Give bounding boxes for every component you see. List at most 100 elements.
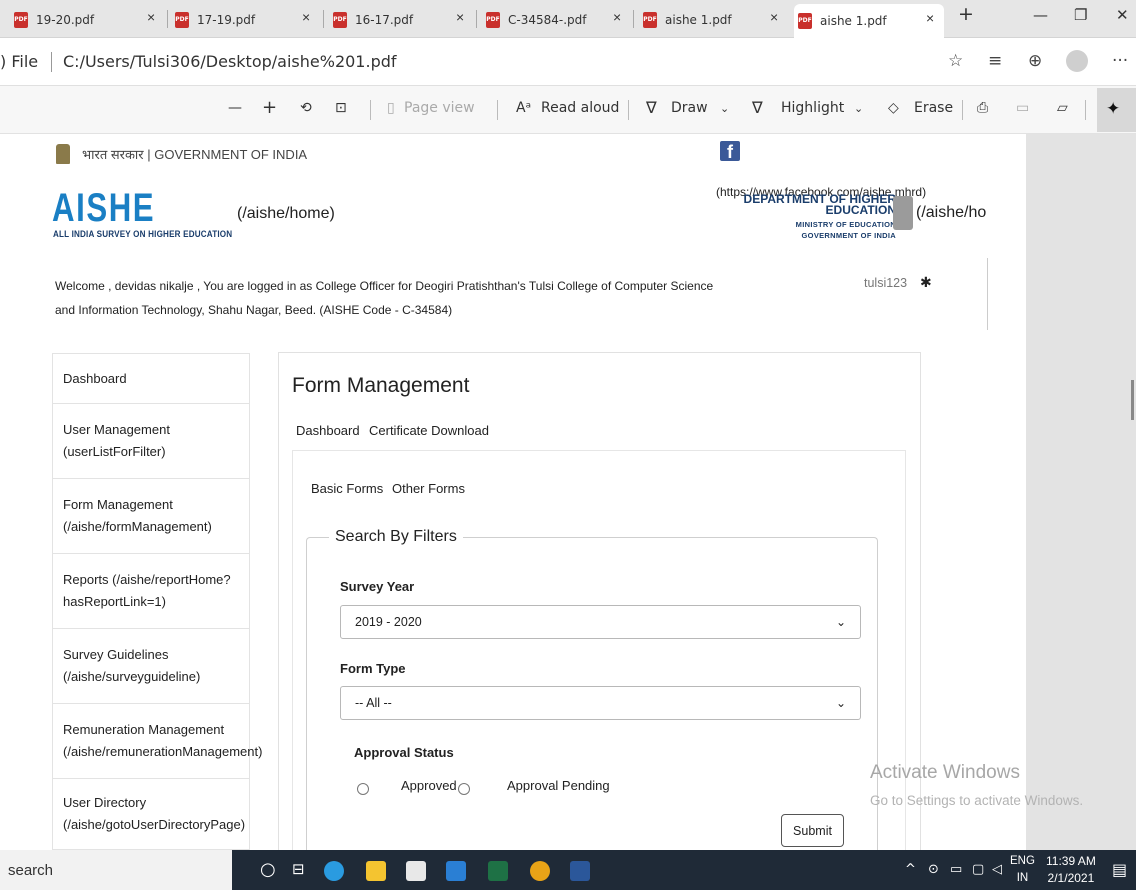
- taskbar: search ○ ⊟ ^ ⊙ ▭ ▢ ◁ ENG IN 11:39 AM 2/1/2…: [0, 850, 1136, 890]
- survey-year-select[interactable]: 2019 - 2020 ⌄: [340, 605, 861, 639]
- sidebar-item-dashboard[interactable]: Dashboard: [52, 353, 250, 403]
- aishe-tagline: ALL INDIA SURVEY ON HIGHER EDUCATION: [53, 229, 233, 239]
- browser-tab[interactable]: PDF 17-19.pdf: [175, 6, 255, 34]
- zoom-out-button[interactable]: —: [228, 100, 242, 116]
- cortana-icon[interactable]: ○: [260, 859, 276, 880]
- page-view-button[interactable]: Page view: [404, 100, 475, 116]
- minimize-button[interactable]: —: [1033, 6, 1048, 24]
- sidebar-item-reports[interactable]: Reports (/aishe/reportHome?hasReportLink…: [52, 553, 250, 628]
- filters-legend: Search By Filters: [329, 528, 463, 546]
- scrollbar[interactable]: [1131, 380, 1134, 420]
- facebook-icon[interactable]: f: [720, 141, 740, 162]
- sidebar-item-form-management[interactable]: Form Management (/aishe/formManagement): [52, 478, 250, 553]
- more-menu-icon[interactable]: ···: [1112, 51, 1128, 71]
- radio-approved[interactable]: [458, 783, 470, 795]
- battery-icon[interactable]: ▭: [950, 862, 962, 877]
- pdf-toolbar: — + ⟲ ⊡ ▯ Page view Aᵃ Read aloud ∇ Draw…: [0, 86, 1136, 134]
- read-aloud-button[interactable]: Read aloud: [541, 100, 619, 116]
- network-icon[interactable]: ⊙: [928, 862, 939, 877]
- aishe-logo[interactable]: AISHE: [52, 186, 155, 231]
- favorites-list-icon[interactable]: ≡: [988, 51, 1002, 71]
- sidebar-item-user-management[interactable]: User Management (userListForFilter): [52, 403, 250, 478]
- close-tab-icon[interactable]: ×: [302, 9, 310, 25]
- browser-tab[interactable]: PDF aishe 1.pdf: [643, 6, 732, 34]
- notification-icon[interactable]: ▤: [1112, 860, 1127, 879]
- display-icon[interactable]: ▢: [972, 862, 984, 877]
- read-aloud-icon: Aᵃ: [516, 100, 532, 116]
- address-url[interactable]: C:/Users/Tulsi306/Desktop/aishe%201.pdf: [63, 52, 397, 71]
- chevron-down-icon: ⌄: [835, 615, 846, 629]
- approval-status-label: Approval Status: [354, 745, 454, 760]
- avatar[interactable]: [1066, 50, 1088, 72]
- browser-tab-active[interactable]: PDF aishe 1.pdf: [794, 4, 944, 38]
- pdf-icon: PDF: [798, 13, 812, 29]
- close-window-button[interactable]: ✕: [1116, 6, 1129, 24]
- volume-icon[interactable]: ◁: [992, 862, 1002, 877]
- survey-year-label: Survey Year: [340, 579, 415, 594]
- highlight-button[interactable]: Highlight: [781, 100, 844, 116]
- fit-page-icon[interactable]: ⊡: [335, 100, 347, 116]
- chevron-up-icon[interactable]: ^: [905, 862, 916, 877]
- collections-icon[interactable]: ⊕: [1028, 51, 1042, 71]
- rotate-icon[interactable]: ⟲: [300, 100, 312, 116]
- word-icon[interactable]: [570, 861, 590, 881]
- close-tab-icon[interactable]: ×: [770, 9, 778, 25]
- emblem-icon: [56, 144, 70, 164]
- close-tab-icon[interactable]: ×: [456, 9, 464, 25]
- form-type-label: Form Type: [340, 661, 406, 676]
- new-tab-button[interactable]: +: [958, 3, 974, 25]
- browser-tab[interactable]: PDF 16-17.pdf: [333, 6, 413, 34]
- taskbar-search[interactable]: search: [0, 850, 232, 890]
- browser-tab[interactable]: PDF C-34584-.pdf: [486, 6, 587, 34]
- edge-icon[interactable]: [324, 861, 344, 881]
- favorite-icon[interactable]: ☆: [948, 51, 963, 71]
- chevron-down-icon[interactable]: ⌄: [720, 102, 729, 115]
- sidebar-item-remuneration[interactable]: Remuneration Management (/aishe/remunera…: [52, 703, 262, 778]
- close-tab-icon[interactable]: ×: [926, 10, 934, 26]
- username: tulsi123: [864, 276, 908, 290]
- save-as-icon[interactable]: ▱: [1057, 100, 1068, 116]
- erase-button[interactable]: Erase: [914, 100, 953, 116]
- tab-bar: PDF 19-20.pdf × PDF 17-19.pdf × PDF 16-17.p…: [0, 0, 1136, 38]
- restore-button[interactable]: ❐: [1074, 6, 1087, 24]
- draw-button[interactable]: Draw: [671, 100, 708, 116]
- pdf-background: [1026, 134, 1136, 850]
- tab-certificate-download[interactable]: Certificate Download: [369, 423, 489, 438]
- language-indicator[interactable]: ENG IN: [1010, 853, 1035, 887]
- tab-basic-forms[interactable]: Basic Forms: [311, 481, 383, 496]
- welcome-message: Welcome , devidas nikalje , You are logg…: [55, 279, 714, 317]
- home-link-2[interactable]: (/aishe/ho: [916, 204, 986, 222]
- radio-all[interactable]: [357, 783, 369, 795]
- mail-icon[interactable]: [446, 861, 466, 881]
- close-tab-icon[interactable]: ×: [147, 9, 155, 25]
- gear-icon[interactable]: ✱: [920, 274, 932, 291]
- sidebar-item-survey-guidelines[interactable]: Survey Guidelines (/aishe/surveyguidelin…: [52, 628, 250, 703]
- excel-icon[interactable]: [488, 861, 508, 881]
- zoom-in-button[interactable]: +: [262, 97, 277, 118]
- chrome-icon[interactable]: [530, 861, 550, 881]
- clock[interactable]: 11:39 AM 2/1/2021: [1046, 853, 1096, 887]
- pdf-icon: PDF: [486, 12, 500, 28]
- sidebar-item-user-directory[interactable]: User Directory (/aishe/gotoUserDirectory…: [52, 778, 250, 850]
- browser-tab[interactable]: PDF 19-20.pdf: [14, 6, 94, 34]
- activation-watermark: Activate Windows: [870, 762, 1020, 783]
- pdf-icon: PDF: [643, 12, 657, 28]
- submit-button[interactable]: Submit: [781, 814, 844, 847]
- file-explorer-icon[interactable]: [366, 861, 386, 881]
- page-title: Form Management: [292, 374, 470, 397]
- tab-dashboard[interactable]: Dashboard: [296, 423, 360, 438]
- form-type-select[interactable]: -- All -- ⌄: [340, 686, 861, 720]
- activation-watermark-sub: Go to Settings to activate Windows.: [870, 793, 1084, 808]
- pin-toolbar-button[interactable]: ✦: [1097, 88, 1136, 132]
- close-tab-icon[interactable]: ×: [613, 9, 621, 25]
- tab-other-forms[interactable]: Other Forms: [392, 481, 465, 496]
- task-view-icon[interactable]: ⊟: [292, 860, 305, 878]
- home-link[interactable]: (/aishe/home): [237, 205, 335, 223]
- approval-pending-label: Approval Pending: [507, 778, 610, 793]
- address-bar: ) File C:/Users/Tulsi306/Desktop/aishe%2…: [0, 38, 1136, 86]
- highlight-icon: ∇: [752, 98, 763, 117]
- chevron-down-icon[interactable]: ⌄: [854, 102, 863, 115]
- print-icon[interactable]: ⎙: [977, 100, 988, 116]
- save-icon: ▭: [1016, 100, 1030, 116]
- store-icon[interactable]: [406, 861, 426, 881]
